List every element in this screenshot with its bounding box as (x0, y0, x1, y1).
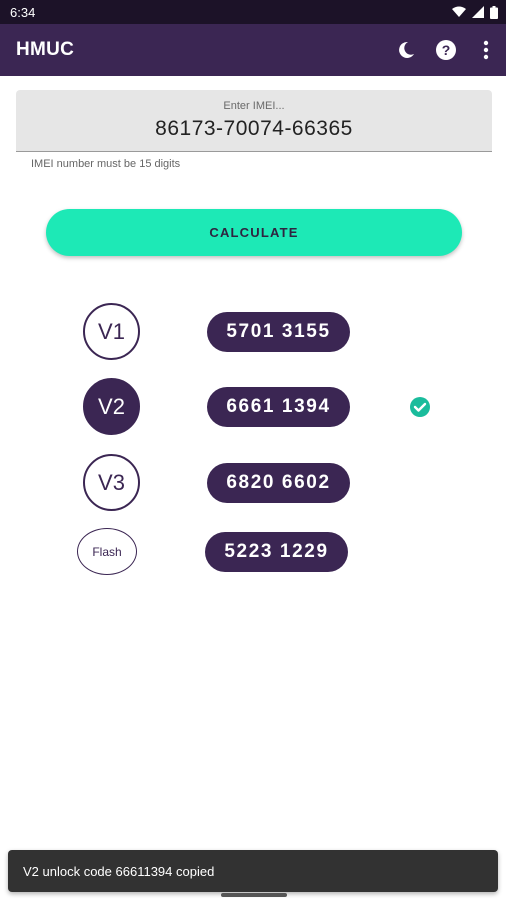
imei-input[interactable]: Enter IMEI... 86173-70074-66365 (16, 90, 492, 152)
help-button[interactable]: ? (426, 30, 466, 70)
svg-text:?: ? (442, 42, 451, 58)
code-v1[interactable]: 5701 3155 (207, 312, 350, 352)
snackbar: V2 unlock code 66611394 copied (8, 850, 498, 892)
status-bar: 6:34 (0, 0, 506, 24)
calculate-button[interactable]: CALCULATE (46, 209, 462, 256)
more-options-button[interactable] (466, 30, 506, 70)
app-title: HMUC (16, 39, 75, 60)
version-v3-button[interactable]: V3 (83, 454, 140, 511)
home-indicator[interactable] (221, 893, 287, 897)
imei-helper-text: IMEI number must be 15 digits (31, 158, 181, 170)
version-v1-button[interactable]: V1 (83, 303, 140, 360)
wifi-icon (452, 6, 466, 17)
imei-input-label: Enter IMEI... (223, 100, 285, 112)
code-v2[interactable]: 6661 1394 (207, 387, 350, 427)
imei-input-value[interactable]: 86173-70074-66365 (16, 117, 492, 141)
more-vert-icon (483, 40, 489, 60)
code-flash[interactable]: 5223 1229 (205, 532, 348, 572)
check-circle-icon (410, 397, 430, 417)
app-bar: HMUC ? (0, 24, 506, 76)
version-flash-button[interactable]: Flash (77, 528, 137, 575)
status-time: 6:34 (10, 4, 36, 20)
help-icon: ? (436, 40, 456, 60)
theme-toggle-button[interactable] (386, 30, 426, 70)
signal-icon (472, 6, 484, 18)
code-v3[interactable]: 6820 6602 (207, 463, 350, 503)
moon-icon (399, 41, 414, 58)
version-v2-button[interactable]: V2 (83, 378, 140, 435)
battery-icon (490, 5, 498, 19)
